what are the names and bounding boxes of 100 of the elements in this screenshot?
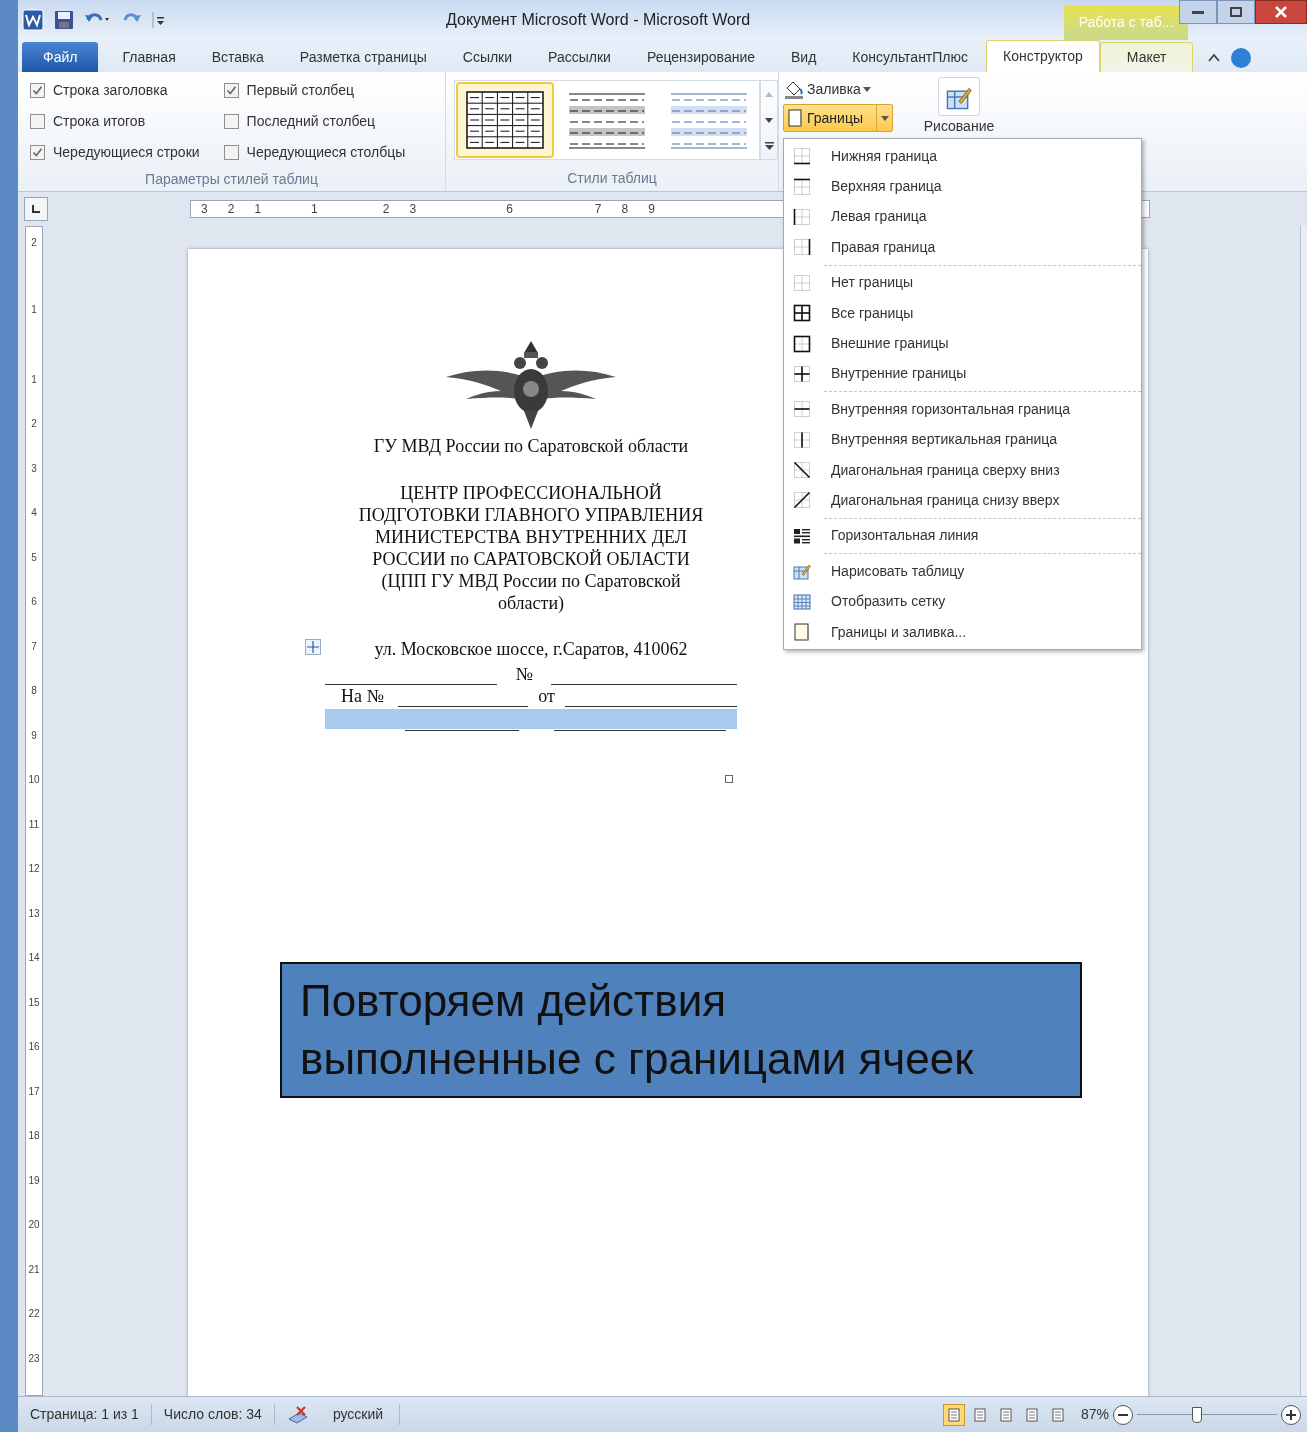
page-icon (793, 623, 811, 642)
close-button[interactable] (1255, 0, 1307, 24)
ribbon-tab[interactable]: Рецензирование (628, 42, 774, 72)
date-label: от (538, 685, 555, 707)
ribbon-tab[interactable]: Ссылки (444, 42, 531, 72)
ruler-number: 19 (28, 1174, 40, 1186)
page-count[interactable]: Страница: 1 из 1 (18, 1404, 152, 1425)
ruler-number: 1 (31, 303, 37, 315)
ruler-number: 10 (28, 774, 40, 785)
ruler-number: 15 (28, 996, 40, 1008)
borders-button[interactable]: Границы (783, 104, 893, 132)
checkbox[interactable] (223, 83, 239, 98)
menu-item[interactable]: Горизонтальная линия (784, 520, 1141, 552)
organization-name: ГУ МВД России по Саратовской области (373, 435, 689, 458)
menu-item[interactable]: Левая граница (784, 201, 1141, 233)
maximize-button[interactable] (1217, 0, 1255, 24)
ruler-number: 18 (28, 1130, 40, 1141)
menu-item[interactable]: Внутренняя горизонтальная граница (784, 394, 1141, 425)
ribbon-tab[interactable]: Разметка страницы (281, 42, 445, 72)
menu-item[interactable]: Внутренняя вертикальная граница (784, 424, 1141, 455)
checkbox[interactable] (223, 145, 239, 160)
number-label: № (515, 663, 533, 685)
border-icon (793, 304, 811, 323)
border-icon (793, 207, 811, 226)
draw-table-button[interactable] (938, 77, 980, 116)
checkbox[interactable] (223, 114, 239, 129)
ruler-number: 1 (311, 201, 318, 218)
tab-selector-button[interactable] (24, 197, 48, 221)
shading-button[interactable]: Заливка (783, 78, 914, 100)
help-icon[interactable] (1231, 48, 1252, 68)
scrollbar[interactable] (1300, 226, 1307, 1396)
checkbox-label: Первый столбец (246, 81, 354, 100)
ruler-number: 2 (31, 418, 37, 429)
collapse-ribbon-icon[interactable] (1207, 52, 1222, 64)
close-icon (1275, 6, 1287, 18)
menu-item[interactable]: Верхняя граница (784, 171, 1141, 202)
grid-icon (793, 592, 811, 611)
language[interactable]: русский (322, 1404, 401, 1425)
ribbon-tab[interactable]: Макет (1099, 42, 1194, 72)
ruler-number: 7 (31, 640, 37, 652)
menu-item[interactable]: Нарисовать таблицу (784, 556, 1141, 587)
horizontal-line-icon (793, 526, 811, 545)
ruler-number: 8 (31, 685, 37, 696)
ruler-number: 20 (28, 1219, 40, 1230)
ruler-number: 14 (28, 952, 40, 963)
page-view-icon (946, 1407, 961, 1422)
customize-toolbar-icon[interactable] (152, 11, 166, 29)
menu-item[interactable]: Все границы (784, 297, 1141, 329)
word-count[interactable]: Число слов: 34 (151, 1404, 275, 1425)
checkbox-label: Строка итогов (53, 112, 146, 131)
ruler-number: 9 (648, 201, 655, 218)
menu-item[interactable]: Отобразить сетку (784, 586, 1141, 617)
ruler-number: 9 (31, 729, 37, 741)
table-resize-handle-icon[interactable] (725, 775, 733, 783)
up-arrow-icon (765, 91, 773, 97)
ribbon-tab[interactable]: Конструктор (986, 40, 1100, 72)
minimize-button[interactable] (1179, 0, 1217, 24)
menu-item[interactable]: Диагональная граница снизу вверх (784, 485, 1141, 516)
checkbox[interactable] (30, 83, 45, 98)
ruler-number: 11 (28, 818, 40, 830)
ribbon-tab[interactable]: Главная (104, 42, 194, 72)
callout-text: Повторяем действия выполненные с границами ячеек (300, 975, 975, 1085)
ruler-number: 23 (28, 1352, 40, 1364)
paint-bucket-icon (783, 79, 805, 99)
ruler-number: 1 (254, 201, 262, 218)
ribbon-tab[interactable]: Вставка (193, 42, 282, 72)
view-button[interactable] (942, 1403, 965, 1426)
zoom-slider-thumb[interactable] (1192, 1406, 1203, 1423)
menu-item[interactable]: Внешние границы (784, 328, 1141, 359)
menu-item[interactable]: Нижняя граница (784, 141, 1141, 172)
page-view-icon (1050, 1407, 1065, 1422)
address: ул. Московское шоссе, г.Саратов, 410062 (374, 638, 688, 661)
ribbon-tab[interactable]: Вид (773, 42, 835, 72)
page-icon (788, 109, 804, 127)
menu-item[interactable]: Внутренние границы (784, 358, 1141, 390)
table-move-handle-icon[interactable] (305, 639, 321, 655)
table-style-thumbnail[interactable] (456, 82, 554, 158)
ribbon-tab[interactable]: Файл (22, 42, 99, 72)
checkbox[interactable] (30, 114, 45, 129)
ruler-number: 21 (28, 1263, 40, 1275)
zoom-slider[interactable] (1137, 1404, 1277, 1425)
menu-item[interactable]: Диагональная граница сверху вниз (784, 454, 1141, 486)
menu-item[interactable]: Правая граница (784, 232, 1141, 263)
ruler-number: 2 (382, 201, 390, 218)
save-icon[interactable] (54, 10, 74, 30)
ribbon-tab[interactable]: Рассылки (530, 42, 629, 72)
down-arrow-icon (765, 117, 773, 123)
menu-item[interactable]: Нет границы (784, 267, 1141, 298)
ruler-number: 6 (31, 596, 37, 607)
zoom-in-button[interactable] (1281, 1404, 1301, 1425)
group-label: Параметры стилей таблиц (144, 170, 319, 189)
word-logo-icon[interactable] (22, 9, 44, 31)
border-icon (793, 364, 811, 383)
zoom-level[interactable]: 87% (1080, 1404, 1109, 1425)
ribbon-tab[interactable]: КонсультантПлюс (834, 42, 986, 72)
checkbox[interactable] (30, 145, 45, 160)
checkbox-label: Чередующиеся столбцы (246, 143, 406, 162)
pencil-table-icon (793, 562, 811, 581)
zoom-out-button[interactable] (1113, 1404, 1133, 1425)
menu-item[interactable]: Границы и заливка... (784, 616, 1141, 648)
